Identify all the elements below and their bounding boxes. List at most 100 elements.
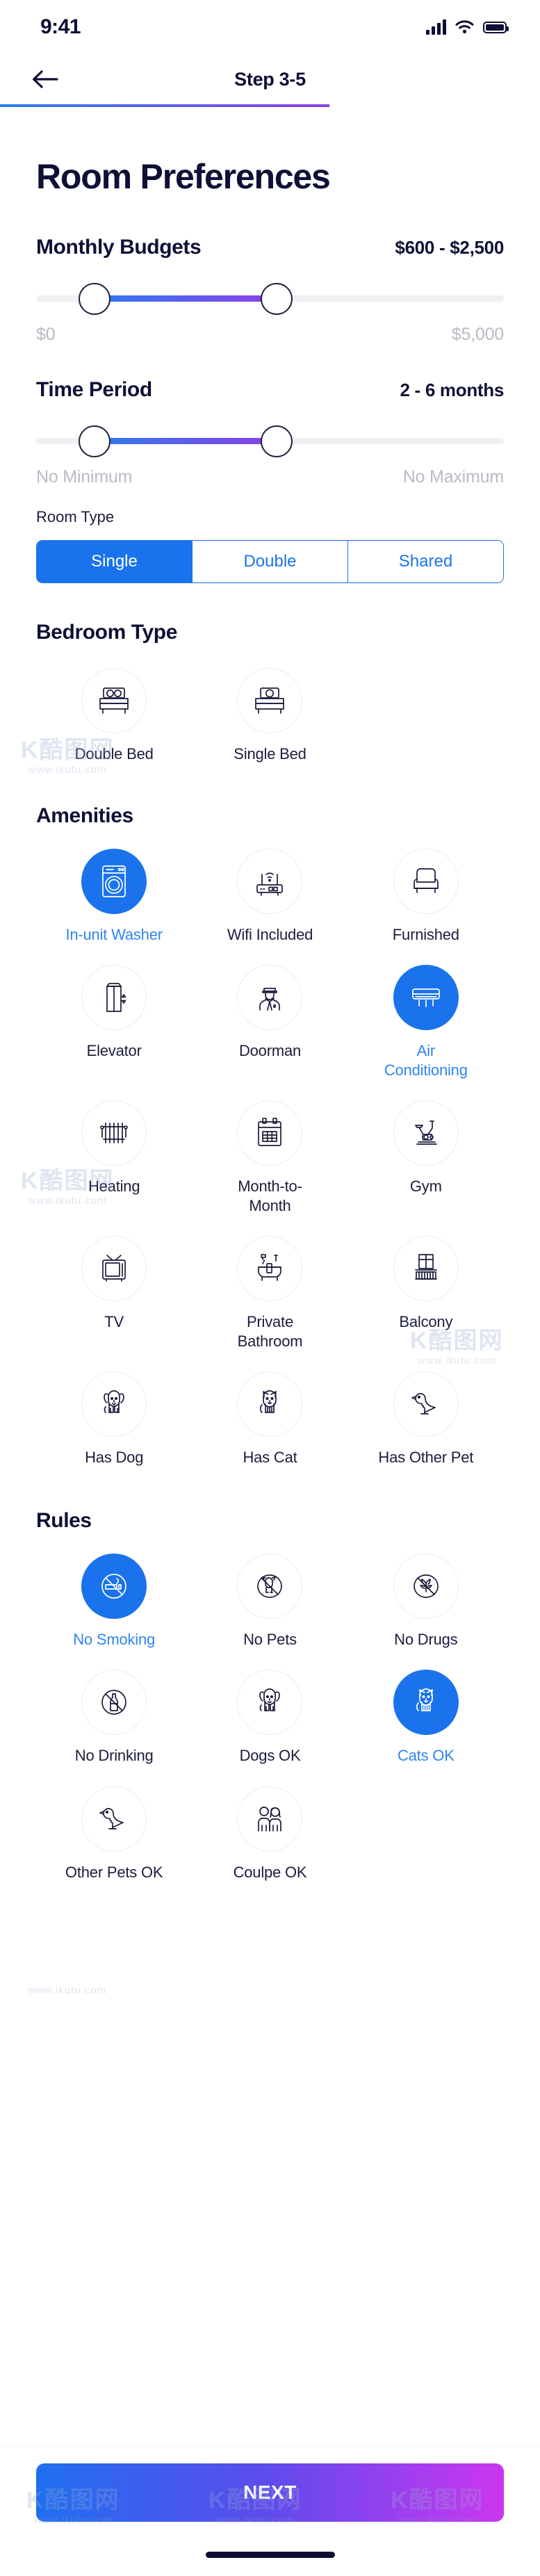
status-icons xyxy=(426,19,509,35)
room-type-segmented-control[interactable]: Single Double Shared xyxy=(36,540,504,583)
dog-icon xyxy=(237,1670,303,1735)
balcony-icon xyxy=(393,1236,459,1301)
bedroom-option-single-bed[interactable]: Single Bed xyxy=(192,668,347,764)
amenity-heating[interactable]: Heating xyxy=(36,1100,192,1215)
amenity-wifi-included[interactable]: Wifi Included xyxy=(192,848,347,945)
amenity-doorman[interactable]: Doorman xyxy=(192,965,347,1079)
rule-no-pets[interactable]: No Pets xyxy=(192,1553,347,1649)
radiator-icon xyxy=(81,1100,147,1166)
room-type-option-shared[interactable]: Shared xyxy=(348,541,503,582)
progress-fill xyxy=(0,104,329,107)
room-type-option-double[interactable]: Double xyxy=(193,541,348,582)
amenity-has-cat[interactable]: Has Cat xyxy=(192,1371,347,1467)
page-title: Room Preferences xyxy=(36,157,331,196)
status-bar: 9:41 xyxy=(0,0,540,54)
amenity-private-bathroom[interactable]: Private Bathroom xyxy=(192,1236,347,1351)
amenity-label: Air Conditioning xyxy=(384,1042,468,1079)
time-period-value: 2 - 6 months xyxy=(400,380,504,400)
air-conditioner-icon xyxy=(393,965,459,1030)
calendar-icon xyxy=(237,1100,303,1166)
doorman-icon xyxy=(237,965,303,1030)
time-period-label: Time Period xyxy=(36,378,152,401)
room-type-label: Room Type xyxy=(36,508,115,525)
armchair-icon xyxy=(393,848,459,914)
amenity-elevator[interactable]: Elevator xyxy=(36,965,192,1079)
rule-no-drinking[interactable]: No Drinking xyxy=(36,1670,192,1766)
amenity-tv[interactable]: TV xyxy=(36,1236,192,1351)
single-bed-icon xyxy=(237,668,303,733)
amenity-label: Balcony xyxy=(399,1313,453,1330)
rule-couple-ok[interactable]: Coulpe OK xyxy=(192,1786,347,1882)
budget-label: Monthly Budgets xyxy=(36,236,202,259)
bedroom-type-section: Bedroom Type Double Bed Single Bed xyxy=(36,621,504,764)
bird-icon xyxy=(81,1786,147,1852)
bedroom-option-label: Single Bed xyxy=(234,745,306,763)
rule-dogs-ok[interactable]: Dogs OK xyxy=(192,1670,347,1766)
amenity-label: Private Bathroom xyxy=(237,1313,303,1350)
room-type-option-single[interactable]: Single xyxy=(37,541,193,582)
rule-label: No Smoking xyxy=(73,1630,156,1648)
nav-header: Step 3-5 xyxy=(0,54,540,104)
rule-cats-ok[interactable]: Cats OK xyxy=(348,1670,504,1766)
amenity-label: Furnished xyxy=(392,925,459,943)
amenity-month-to-month[interactable]: Month-to-Month xyxy=(192,1100,347,1215)
back-button[interactable] xyxy=(31,65,60,94)
cat-icon xyxy=(393,1670,459,1735)
time-period-slider-min-thumb[interactable] xyxy=(78,425,111,457)
status-time: 9:41 xyxy=(40,15,81,38)
amenity-label: Has Dog xyxy=(85,1449,144,1466)
amenity-air-conditioning[interactable]: Air Conditioning xyxy=(348,965,504,1079)
cat-icon xyxy=(237,1371,303,1437)
rules-grid: No Smoking No Pets No Drugs No Drinking … xyxy=(36,1553,504,1882)
watermark: www.ikutu.com xyxy=(28,1984,107,1996)
couple-icon xyxy=(237,1786,303,1852)
next-button[interactable]: NEXT xyxy=(36,2463,504,2522)
amenity-label: In-unit Washer xyxy=(65,925,163,943)
amenity-has-dog[interactable]: Has Dog xyxy=(36,1371,192,1467)
amenity-in-unit-washer[interactable]: In-unit Washer xyxy=(36,848,192,945)
bird-icon xyxy=(393,1371,459,1437)
progress-track xyxy=(0,104,540,107)
rule-other-pets-ok[interactable]: Other Pets OK xyxy=(36,1786,192,1882)
washing-machine-icon xyxy=(81,848,147,914)
time-period-range-slider[interactable] xyxy=(36,411,504,471)
elevator-icon xyxy=(81,965,147,1030)
budget-slider-max-thumb[interactable] xyxy=(261,283,293,315)
amenity-label: Month-to-Month xyxy=(238,1177,302,1214)
amenity-balcony[interactable]: Balcony xyxy=(348,1236,504,1351)
amenity-label: Gym xyxy=(409,1177,442,1195)
amenity-label: Elevator xyxy=(86,1042,142,1059)
amenity-label: Has Cat xyxy=(243,1449,297,1466)
budget-range-slider[interactable] xyxy=(36,269,504,329)
amenity-label: TV xyxy=(104,1313,124,1330)
amenity-has-other-pet[interactable]: Has Other Pet xyxy=(348,1371,504,1467)
arrow-left-icon xyxy=(33,70,58,88)
amenity-furnished[interactable]: Furnished xyxy=(348,848,504,945)
budget-header: Monthly Budgets $600 - $2,500 xyxy=(36,236,504,259)
rule-no-smoking[interactable]: No Smoking xyxy=(36,1553,192,1649)
rule-label: No Drinking xyxy=(74,1747,154,1764)
bedroom-option-label: Double Bed xyxy=(74,745,154,763)
rule-no-drugs[interactable]: No Drugs xyxy=(348,1553,504,1649)
budget-slider-min-thumb[interactable] xyxy=(78,283,111,315)
rule-label: Other Pets OK xyxy=(65,1863,163,1881)
signal-bars-icon xyxy=(426,19,446,35)
bedroom-option-double-bed[interactable]: Double Bed xyxy=(36,668,192,764)
room-type-section: Room Type Single Double Shared xyxy=(36,508,504,583)
bottom-action-bar: NEXT xyxy=(0,2447,540,2576)
amenities-section: Amenities In-unit Washer Wifi Included F… xyxy=(36,804,504,1467)
time-period-slider-max-thumb[interactable] xyxy=(261,425,293,457)
wifi-router-icon xyxy=(237,848,303,914)
rule-label: No Pets xyxy=(243,1630,297,1648)
amenities-grid: In-unit Washer Wifi Included Furnished E… xyxy=(36,848,504,1467)
amenity-label: Wifi Included xyxy=(227,925,313,943)
page-step-title: Step 3-5 xyxy=(234,68,306,90)
amenities-title: Amenities xyxy=(36,804,133,827)
wifi-icon xyxy=(455,20,474,33)
bathtub-icon xyxy=(237,1236,303,1301)
amenity-label: Heating xyxy=(88,1177,140,1195)
time-period-header: Time Period 2 - 6 months xyxy=(36,378,504,402)
budget-section: Monthly Budgets $600 - $2,500 $0 $5,000 xyxy=(36,236,504,345)
no-drugs-icon xyxy=(393,1553,459,1619)
amenity-gym[interactable]: Gym xyxy=(348,1100,504,1215)
